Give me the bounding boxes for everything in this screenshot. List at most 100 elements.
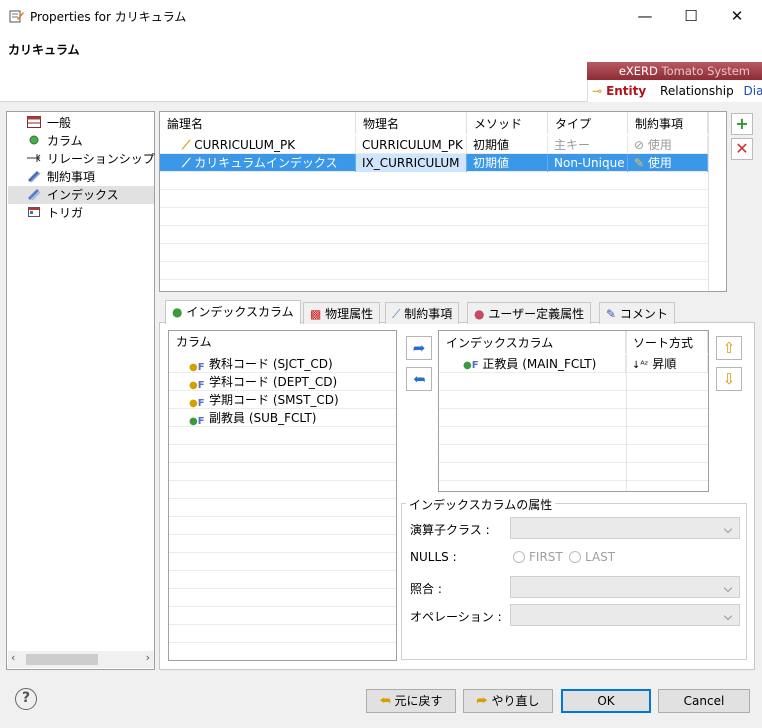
cell-sort: ↓ᴬᶻ 昇順 (626, 355, 708, 373)
nulls-first-radio[interactable]: FIRST (513, 550, 563, 564)
tab-physical-attributes[interactable]: ▩ 物理属性 (303, 302, 381, 324)
redo-button[interactable]: ⮫ やり直し (463, 689, 553, 713)
tree-item-columns[interactable]: カラム (27, 132, 83, 150)
tree-item-general[interactable]: 一般 (27, 114, 71, 132)
maximize-icon: ☐ (684, 7, 698, 25)
tree-item-indexes[interactable]: インデックス (8, 186, 154, 204)
sort-ascending-icon: ↓ᴬᶻ (632, 360, 649, 371)
scroll-thumb[interactable] (26, 654, 98, 665)
tab-comment[interactable]: ✎ コメント (599, 302, 675, 324)
list-item-label: 学期コード (SMST_CD) (209, 393, 339, 407)
operator-class-select[interactable] (510, 517, 740, 539)
nulls-last-radio[interactable]: LAST (569, 550, 615, 564)
scroll-right-icon[interactable]: › (146, 651, 150, 664)
remove-from-index-button[interactable]: ➦ (406, 367, 432, 391)
scroll-left-icon[interactable]: ‹ (11, 651, 15, 664)
table-row-empty (160, 190, 708, 208)
close-button[interactable]: ✕ (714, 0, 760, 32)
radio-icon (569, 551, 581, 563)
window-title: Properties for カリキュラム (30, 10, 187, 24)
table-row[interactable]: ⟋ CURRICULUM_PK CURRICULUM_PK 初期値 主キー ⊘ … (160, 136, 708, 154)
index-column-table: インデックスカラム ソート方式 ●F 正教員 (MAIN_FCLT) ↓ᴬᶻ 昇… (438, 330, 709, 492)
add-index-button[interactable]: + (731, 113, 753, 135)
delete-index-button[interactable]: ✕ (731, 138, 753, 160)
cancel-button[interactable]: Cancel (658, 689, 750, 713)
tab-label: インデックスカラム (186, 305, 294, 319)
index-table: 論理名 物理名 メソッド タイプ 制約事項 ⟋ CURRICULUM_PK CU… (159, 111, 727, 292)
col-header-type[interactable]: タイプ (548, 112, 628, 134)
arrow-down-icon: ⇩ (722, 370, 736, 388)
close-icon: ✕ (730, 7, 744, 25)
table-row-empty (160, 208, 708, 226)
list-row-empty (169, 445, 396, 463)
check-pen-icon: ✎ (634, 156, 645, 170)
collation-label: 照合 : (410, 582, 442, 596)
add-to-index-button[interactable]: ➦ (406, 336, 432, 360)
collation-select[interactable] (510, 576, 740, 598)
col-header-method[interactable]: メソッド (467, 112, 548, 134)
relation-arrow-icon (27, 154, 41, 162)
list-item-label: 副教員 (SUB_FCLT) (209, 411, 317, 425)
exerd-brand-bar: eXERD Tomato System (587, 62, 762, 80)
list-item[interactable]: ●F 学科コード (DEPT_CD) (169, 373, 396, 391)
cell-logical-text: カリキュラムインデックス (194, 156, 338, 170)
col-header-logical[interactable]: 論理名 (160, 112, 356, 134)
list-item[interactable]: ●F 副教員 (SUB_FCLT) (169, 409, 396, 427)
tab-label: 制約事項 (404, 307, 453, 321)
column-list: カラム ●F 教科コード (SJCT_CD) ●F 学科コード (DEPT_CD) … (168, 330, 397, 661)
cell-constraint-text: 使用 (647, 138, 672, 152)
user-attr-icon: ● (474, 307, 485, 321)
cell-type: Non-Unique (548, 154, 628, 172)
operation-select[interactable] (510, 604, 740, 626)
trigger-icon (28, 207, 40, 217)
tree-item-relationship[interactable]: リレーションシップ (27, 150, 155, 168)
col-header-index-column[interactable]: インデックスカラム (439, 331, 626, 353)
radio-icon (513, 551, 525, 563)
list-row-empty (169, 517, 396, 535)
undo-icon: ⮪ (379, 694, 391, 708)
table-row-empty (160, 262, 708, 280)
table-icon (27, 116, 41, 128)
table-row-empty (439, 427, 708, 445)
exerd-tab-entity[interactable]: Entity (606, 80, 646, 102)
list-row-empty (169, 499, 396, 517)
tree-horizontal-scrollbar[interactable]: ‹ › (8, 651, 154, 668)
ok-button[interactable]: OK (561, 689, 651, 713)
property-tree: 一般 カラム リレーションシップ 制約事項 インデックス トリガ ‹ › (6, 111, 155, 670)
column-list-header: カラム (176, 335, 212, 349)
properties-icon (9, 10, 24, 23)
table-row-selected[interactable]: ⟋ カリキュラムインデックス IX_CURRICULUM 初期値 Non-Uni… (160, 154, 708, 172)
list-item[interactable]: ●F 学期コード (SMST_CD) (169, 391, 396, 409)
list-item[interactable]: ●F 教科コード (SJCT_CD) (169, 355, 396, 373)
list-row-empty (169, 625, 396, 643)
index-icon: ⟋ (182, 156, 191, 170)
tree-item-triggers[interactable]: トリガ (27, 204, 83, 222)
table-row-empty (439, 391, 708, 409)
physical-attr-icon: ▩ (310, 307, 322, 321)
column-divider (626, 331, 627, 491)
col-header-physical[interactable]: 物理名 (356, 112, 467, 134)
tree-item-constraints[interactable]: 制約事項 (27, 168, 95, 186)
table-row[interactable]: ●F 正教員 (MAIN_FCLT) ↓ᴬᶻ 昇順 (439, 355, 708, 373)
exerd-tab-relationship[interactable]: Relationship (660, 80, 734, 102)
move-down-button[interactable]: ⇩ (716, 367, 742, 391)
col-header-sort[interactable]: ソート方式 (626, 331, 708, 353)
exerd-tab-diagram[interactable]: Diag (744, 80, 762, 102)
table-row-empty (160, 172, 708, 190)
table-row-empty (439, 409, 708, 427)
page-title: カリキュラム (8, 43, 80, 57)
list-row-empty (169, 553, 396, 571)
tab-user-attributes[interactable]: ● ユーザー定義属性 (467, 302, 592, 324)
index-icon (27, 188, 41, 201)
tree-item-label: インデックス (47, 188, 119, 202)
list-row-empty (169, 481, 396, 499)
help-button[interactable]: ? (15, 688, 37, 710)
col-header-constraint[interactable]: 制約事項 (628, 112, 708, 134)
arrow-up-icon: ⇧ (722, 339, 736, 357)
move-up-button[interactable]: ⇧ (716, 336, 742, 360)
maximize-button[interactable]: ☐ (668, 0, 714, 32)
tab-index-columns[interactable]: ● インデックスカラム (165, 300, 301, 324)
tab-constraints[interactable]: ⟋ 制約事項 (385, 302, 460, 324)
minimize-button[interactable]: — (622, 0, 668, 32)
restore-button[interactable]: ⮪ 元に戻す (366, 689, 456, 713)
